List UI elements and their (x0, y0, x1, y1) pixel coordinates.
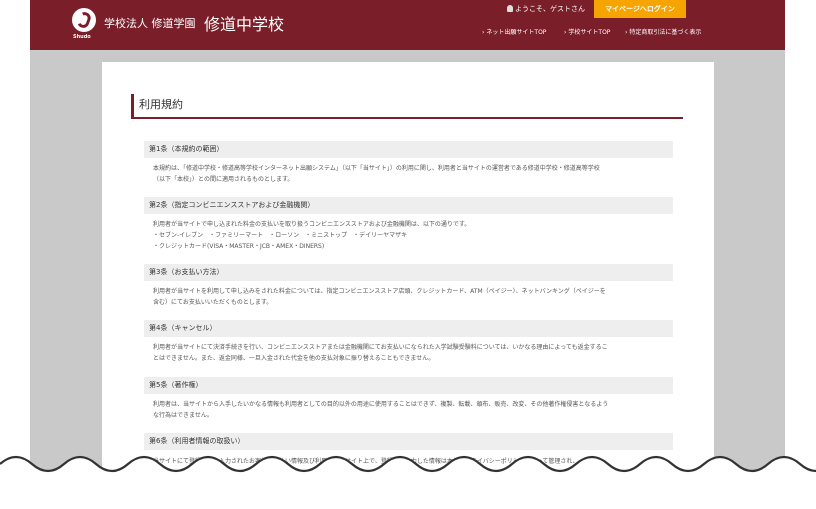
logo-caption: Shudo (73, 34, 91, 40)
article-line: 利用者が当サイトを利用して申し込みをされた料金については、指定コンビニエンススト… (153, 288, 606, 295)
article-body: 利用者が当サイトで申し込まれた料金の支払いを取り扱うコンビニエンスストアおよび金… (153, 219, 673, 252)
article-heading: 第1条（本規約の範囲） (144, 141, 673, 158)
article-heading: 第3条（お支払い方法） (144, 264, 673, 281)
article-line: な行為はできません。 (153, 412, 213, 419)
user-icon (507, 5, 513, 12)
greeting-text: ようこそ、ゲストさん (515, 5, 585, 13)
article-line: （以下「本校」）との間に適用されるものとします。 (153, 176, 294, 183)
torn-edge-wave (0, 455, 816, 509)
page-title: 利用規約 (139, 98, 183, 111)
article-line: 含む）にてお支払いいただくものとします。 (153, 299, 273, 306)
article-line: 利用者が当サイトで申し込まれた料金の支払いを取り扱うコンビニエンスストアおよび金… (153, 221, 471, 228)
chevron-right-icon: › (625, 29, 628, 36)
nav-commerce-law[interactable]: › 特定商取引法に基づく表示 (625, 27, 701, 36)
article-heading: 第5条（著作権） (144, 377, 673, 394)
nav-label: 学校サイトTOP (568, 29, 611, 36)
article-heading: 第2条（指定コンビニエンスストアおよび金融機関） (144, 197, 673, 214)
article-body: 本規約は、「修道中学校・修道高等学校インターネット出願システム」（以下「当サイト… (153, 163, 673, 185)
article-body: 利用者が当サイトを利用して申し込みをされた料金については、指定コンビニエンススト… (153, 286, 673, 308)
nav-label: 特定商取引法に基づく表示 (629, 29, 702, 36)
nav-net-application-top[interactable]: › ネット出願サイトTOP (482, 27, 546, 36)
nav-label: ネット出願サイトTOP (486, 29, 547, 36)
nav-school-site-top[interactable]: › 学校サイトTOP (564, 27, 610, 36)
user-greeting: ようこそ、ゲストさん (507, 4, 585, 14)
article-line: 利用者は、当サイトから入手したいかなる情報も利用者としての目的以外の用途に使用す… (153, 401, 609, 408)
article-body: 利用者は、当サイトから入手したいかなる情報も利用者としての目的以外の用途に使用す… (153, 399, 673, 421)
mypage-login-button[interactable]: マイページへログイン (594, 0, 686, 18)
school-corporation-name: 学校法人 修道学園 (104, 17, 196, 30)
article-line: ・セブン-イレブン ・ファミリーマート ・ローソン ・ミニストップ ・デイリーヤ… (153, 232, 408, 239)
article-line: ・クレジットカード(VISA・MASTER・JCB・AMEX・DINERS) (153, 243, 325, 250)
page-frame: Shudo 学校法人 修道学園 修道中学校 ようこそ、ゲストさん マイページへロ… (0, 0, 816, 509)
article-body: 利用者が当サイトにて決済手続きを行い、コンビニエンスストアまたは金融機関にてお支… (153, 342, 673, 364)
school-logo-icon[interactable] (72, 8, 96, 32)
article-line: 利用者が当サイトにて決済手続きを行い、コンビニエンスストアまたは金融機関にてお支… (153, 344, 608, 351)
chevron-right-icon: › (482, 29, 485, 36)
page-title-bar (131, 94, 683, 119)
article-line: とはできません。また、返金同様、一旦入金された代金を他の支払対象に振り替えること… (153, 355, 435, 362)
article-heading: 第4条（キャンセル） (144, 320, 673, 337)
article-line: 本規約は、「修道中学校・修道高等学校インターネット出願システム」（以下「当サイト… (153, 165, 600, 172)
school-name[interactable]: 修道中学校 (204, 11, 284, 35)
chevron-right-icon: › (564, 29, 567, 36)
